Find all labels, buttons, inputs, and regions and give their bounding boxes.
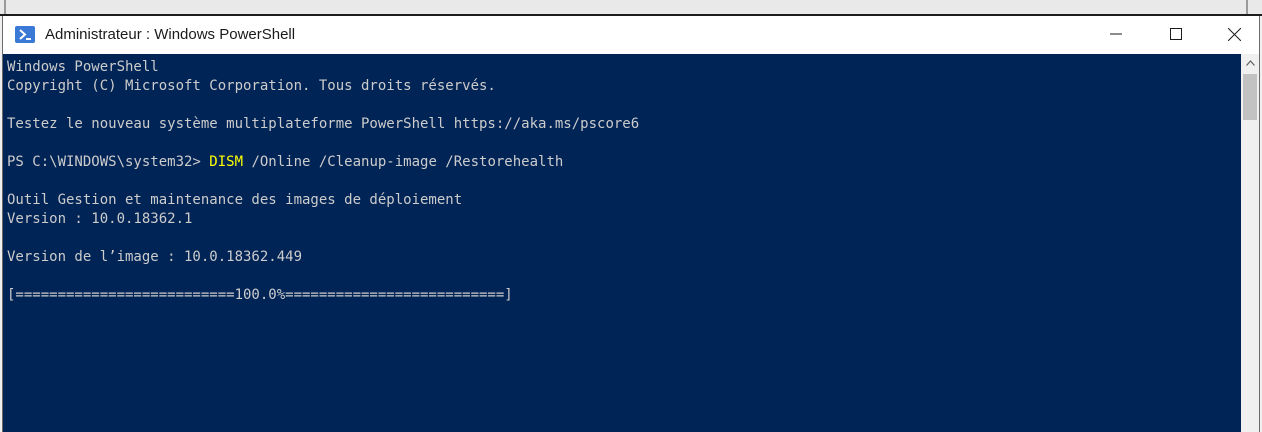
scroll-up-button[interactable] <box>1241 54 1259 72</box>
command-args: /Online /Cleanup-image /Restorehealth <box>243 154 564 170</box>
powershell-icon[interactable] <box>15 26 35 43</box>
background-window-edge <box>0 0 1262 16</box>
console-text: Windows PowerShell Copyright (C) Microso… <box>3 54 1241 305</box>
minimize-button[interactable] <box>1085 16 1147 52</box>
vertical-scrollbar[interactable] <box>1241 54 1259 432</box>
background-window-left-border <box>4 0 6 14</box>
maximize-icon <box>1170 28 1182 40</box>
console-line: Version de l’image : 10.0.18362.449 <box>7 249 303 265</box>
powershell-window: Administrateur : Windows PowerShell Wind… <box>2 16 1260 432</box>
maximize-button[interactable] <box>1145 16 1207 52</box>
console-output[interactable]: Windows PowerShell Copyright (C) Microso… <box>3 54 1241 432</box>
console-line: Testez le nouveau système multiplateform… <box>7 116 640 132</box>
close-button[interactable] <box>1209 16 1259 52</box>
console-line: Copyright (C) Microsoft Corporation. Tou… <box>7 78 496 94</box>
scrollbar-thumb[interactable] <box>1243 74 1257 120</box>
console-line: Outil Gestion et maintenance des images … <box>7 192 463 208</box>
window-title: Administrateur : Windows PowerShell <box>45 26 296 43</box>
command-name: DISM <box>209 154 244 170</box>
progress-bar-text: [==========================100.0%=======… <box>7 287 513 303</box>
close-icon <box>1227 27 1241 41</box>
prompt: PS C:\WINDOWS\system32> <box>7 154 210 170</box>
titlebar[interactable]: Administrateur : Windows PowerShell <box>3 16 1259 54</box>
minimize-icon <box>1110 33 1122 35</box>
chevron-up-icon <box>1245 60 1255 66</box>
console-line: Windows PowerShell <box>7 59 159 75</box>
background-window-right-border <box>1246 0 1248 14</box>
console-line: Version : 10.0.18362.1 <box>7 211 193 227</box>
